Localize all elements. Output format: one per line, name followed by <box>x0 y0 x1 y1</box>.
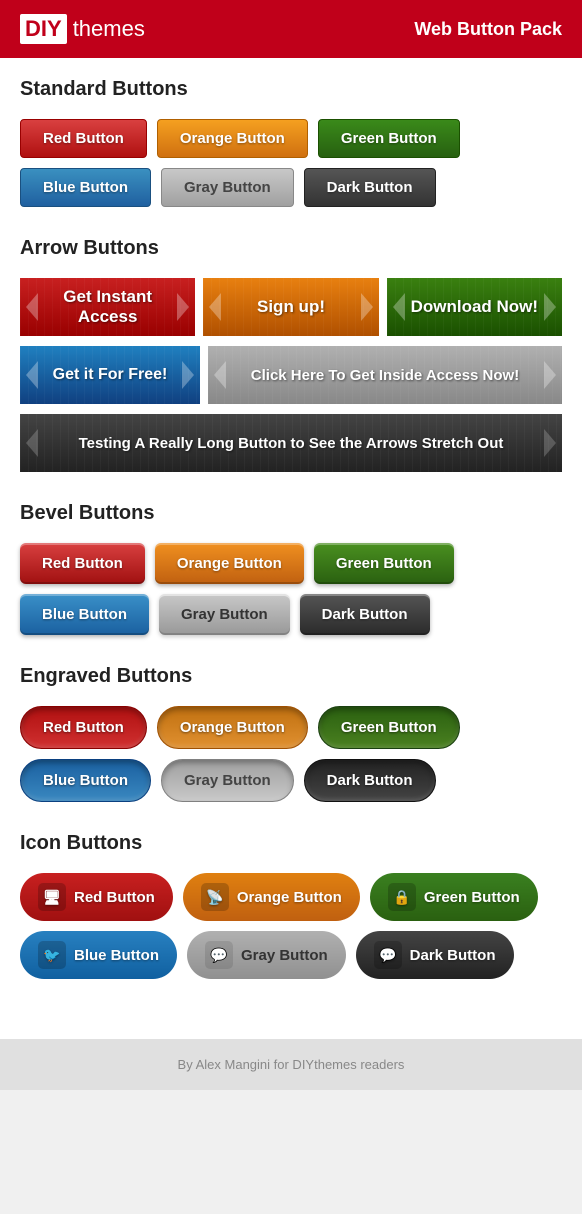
standard-section-title: Standard Buttons <box>20 78 562 101</box>
engraved-section: Engraved Buttons Red Button Orange Butto… <box>20 665 562 802</box>
arrow-get-instant-access-button[interactable]: Get Instant Access <box>20 278 195 336</box>
engraved-row-2: Blue Button Gray Button Dark Button <box>20 759 562 802</box>
arrow-right-icon <box>544 429 556 457</box>
bevel-row-2: Blue Button Gray Button Dark Button <box>20 594 562 635</box>
standard-green-button[interactable]: Green Button <box>318 119 460 158</box>
arrow-get-free-button[interactable]: Get it For Free! <box>20 346 200 404</box>
arrow-btn-label: Click Here To Get Inside Access Now! <box>251 367 519 384</box>
standard-dark-button[interactable]: Dark Button <box>304 168 436 207</box>
arrow-left-icon <box>26 361 38 389</box>
arrow-right-icon <box>544 361 556 389</box>
bevel-orange-button[interactable]: Orange Button <box>155 543 304 584</box>
bevel-row-1: Red Button Orange Button Green Button <box>20 543 562 584</box>
icon-rss-icon: 📡 <box>201 883 229 911</box>
arrow-click-here-button[interactable]: Click Here To Get Inside Access Now! <box>208 346 562 404</box>
standard-section: Standard Buttons Red Button Orange Butto… <box>20 78 562 207</box>
arrow-row-1: Get Instant Access Sign up! Download Now… <box>20 278 562 336</box>
icon-monitor-icon: 🖥 <box>38 883 66 911</box>
arrow-section-title: Arrow Buttons <box>20 237 562 260</box>
standard-blue-button[interactable]: Blue Button <box>20 168 151 207</box>
icon-dark-button[interactable]: 💬 Dark Button <box>356 931 514 979</box>
standard-row-1: Red Button Orange Button Green Button <box>20 119 562 158</box>
arrow-btn-label: Sign up! <box>257 297 325 317</box>
arrow-btn-label: Testing A Really Long Button to See the … <box>79 435 504 452</box>
engraved-gray-button[interactable]: Gray Button <box>161 759 294 802</box>
engraved-dark-button[interactable]: Dark Button <box>304 759 436 802</box>
arrow-right-icon <box>182 361 194 389</box>
arrow-btn-label: Get it For Free! <box>53 366 168 384</box>
arrow-right-icon <box>361 293 373 321</box>
arrow-signup-button[interactable]: Sign up! <box>203 278 378 336</box>
engraved-red-button[interactable]: Red Button <box>20 706 147 749</box>
header-title: Web Button Pack <box>414 19 562 40</box>
footer-text: By Alex Mangini for DIYthemes readers <box>178 1057 405 1072</box>
icon-btn-label: Orange Button <box>237 889 342 906</box>
standard-gray-button[interactable]: Gray Button <box>161 168 294 207</box>
icon-section-title: Icon Buttons <box>20 832 562 855</box>
icon-blue-button[interactable]: 🐦 Blue Button <box>20 931 177 979</box>
arrow-left-icon <box>214 361 226 389</box>
icon-btn-label: Red Button <box>74 889 155 906</box>
logo: DIY themes <box>20 14 145 44</box>
footer: By Alex Mangini for DIYthemes readers <box>0 1039 582 1090</box>
icon-gray-button[interactable]: 💬 Gray Button <box>187 931 346 979</box>
bevel-gray-button[interactable]: Gray Button <box>159 594 290 635</box>
bevel-dark-button[interactable]: Dark Button <box>300 594 430 635</box>
engraved-green-button[interactable]: Green Button <box>318 706 460 749</box>
engraved-blue-button[interactable]: Blue Button <box>20 759 151 802</box>
bevel-red-button[interactable]: Red Button <box>20 543 145 584</box>
bevel-green-button[interactable]: Green Button <box>314 543 454 584</box>
standard-orange-button[interactable]: Orange Button <box>157 119 308 158</box>
bevel-section: Bevel Buttons Red Button Orange Button G… <box>20 502 562 635</box>
icon-twitter-icon: 🐦 <box>38 941 66 969</box>
arrow-row-2: Get it For Free! Click Here To Get Insid… <box>20 346 562 404</box>
logo-themes: themes <box>73 16 145 42</box>
arrow-btn-label: Download Now! <box>411 297 538 317</box>
arrow-btn-label: Get Instant Access <box>40 287 175 327</box>
icon-green-button[interactable]: 🔒 Green Button <box>370 873 538 921</box>
logo-diy: DIY <box>20 14 67 44</box>
arrow-right-icon <box>544 293 556 321</box>
engraved-orange-button[interactable]: Orange Button <box>157 706 308 749</box>
bevel-section-title: Bevel Buttons <box>20 502 562 525</box>
icon-comment-icon: 💬 <box>205 941 233 969</box>
icon-row-2: 🐦 Blue Button 💬 Gray Button 💬 Dark Butto… <box>20 931 562 979</box>
engraved-row-1: Red Button Orange Button Green Button <box>20 706 562 749</box>
arrow-right-icon <box>177 293 189 321</box>
arrow-row-3: Testing A Really Long Button to See the … <box>20 414 562 472</box>
standard-row-2: Blue Button Gray Button Dark Button <box>20 168 562 207</box>
header: DIY themes Web Button Pack <box>0 0 582 58</box>
icon-btn-label: Dark Button <box>410 947 496 964</box>
icon-btn-label: Green Button <box>424 889 520 906</box>
arrow-download-now-button[interactable]: Download Now! <box>387 278 562 336</box>
icon-btn-label: Gray Button <box>241 947 328 964</box>
icon-row-1: 🖥 Red Button 📡 Orange Button 🔒 Green But… <box>20 873 562 921</box>
icon-comment2-icon: 💬 <box>374 941 402 969</box>
arrow-long-button[interactable]: Testing A Really Long Button to See the … <box>20 414 562 472</box>
arrow-left-icon <box>209 293 221 321</box>
arrow-left-icon <box>26 293 38 321</box>
icon-lock-icon: 🔒 <box>388 883 416 911</box>
bevel-blue-button[interactable]: Blue Button <box>20 594 149 635</box>
standard-red-button[interactable]: Red Button <box>20 119 147 158</box>
arrow-left-icon <box>393 293 405 321</box>
icon-btn-label: Blue Button <box>74 947 159 964</box>
icon-orange-button[interactable]: 📡 Orange Button <box>183 873 360 921</box>
arrow-section: Arrow Buttons Get Instant Access Sign up… <box>20 237 562 472</box>
arrow-left-icon <box>26 429 38 457</box>
icon-section: Icon Buttons 🖥 Red Button 📡 Orange Butto… <box>20 832 562 979</box>
engraved-section-title: Engraved Buttons <box>20 665 562 688</box>
main-content: Standard Buttons Red Button Orange Butto… <box>0 58 582 1039</box>
icon-red-button[interactable]: 🖥 Red Button <box>20 873 173 921</box>
